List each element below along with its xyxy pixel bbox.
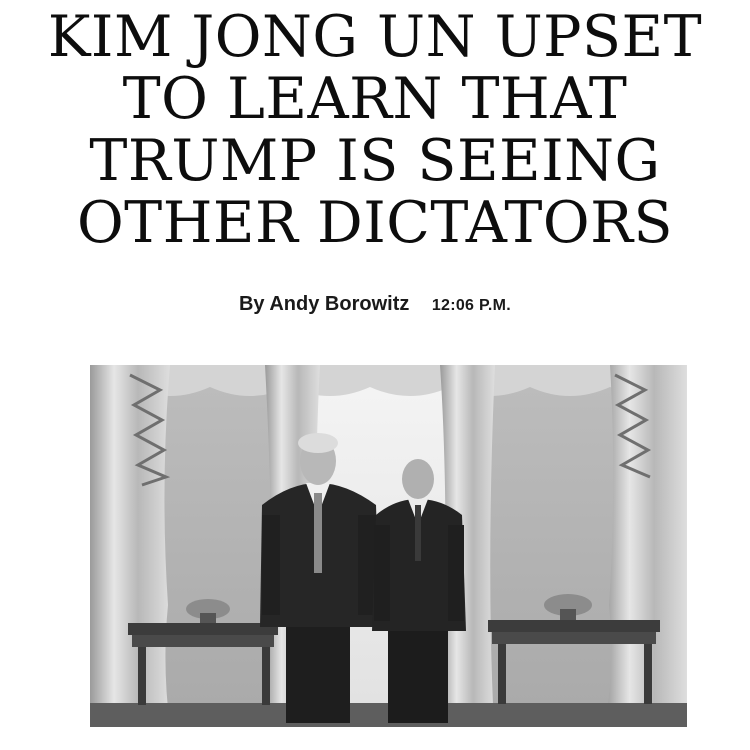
- vase-left: [200, 613, 216, 623]
- valance: [90, 365, 687, 396]
- person-right-head: [402, 459, 434, 499]
- person-right-tie: [415, 505, 421, 561]
- table-right-top: [488, 620, 660, 632]
- photo-illustration: [90, 365, 687, 727]
- table-left-top: [128, 623, 278, 635]
- timestamp: 12:06 P.M.: [431, 297, 512, 314]
- table-right-apron: [492, 632, 656, 644]
- byline[interactable]: By Andy Borowitz: [239, 293, 409, 315]
- byline-row: By Andy Borowitz 12:06 P.M.: [0, 293, 750, 316]
- person-right-legs: [388, 617, 448, 723]
- person-left-hair: [298, 433, 338, 453]
- person-left-legs: [286, 613, 350, 723]
- headline: KIM JONG UN UPSET TO LEARN THAT TRUMP IS…: [20, 6, 730, 254]
- table-left-leg: [138, 647, 146, 705]
- table-left-apron: [132, 635, 274, 647]
- person-right-arm: [374, 525, 390, 621]
- headline-line: TO LEARN THAT: [122, 66, 628, 132]
- person-left-tie: [314, 493, 322, 573]
- table-left-leg: [262, 647, 270, 705]
- headline-line: TRUMP IS SEEING: [89, 128, 661, 194]
- table-right-leg: [644, 644, 652, 704]
- article: KIM JONG UN UPSET TO LEARN THAT TRUMP IS…: [0, 0, 750, 750]
- table-right-leg: [498, 644, 506, 704]
- vase-right: [560, 609, 576, 620]
- person-left-arm: [262, 515, 280, 615]
- article-photo: [90, 365, 687, 727]
- headline-line: KIM JONG UN UPSET: [47, 4, 703, 70]
- person-right-arm: [448, 525, 464, 621]
- headline-line: OTHER DICTATORS: [76, 190, 674, 256]
